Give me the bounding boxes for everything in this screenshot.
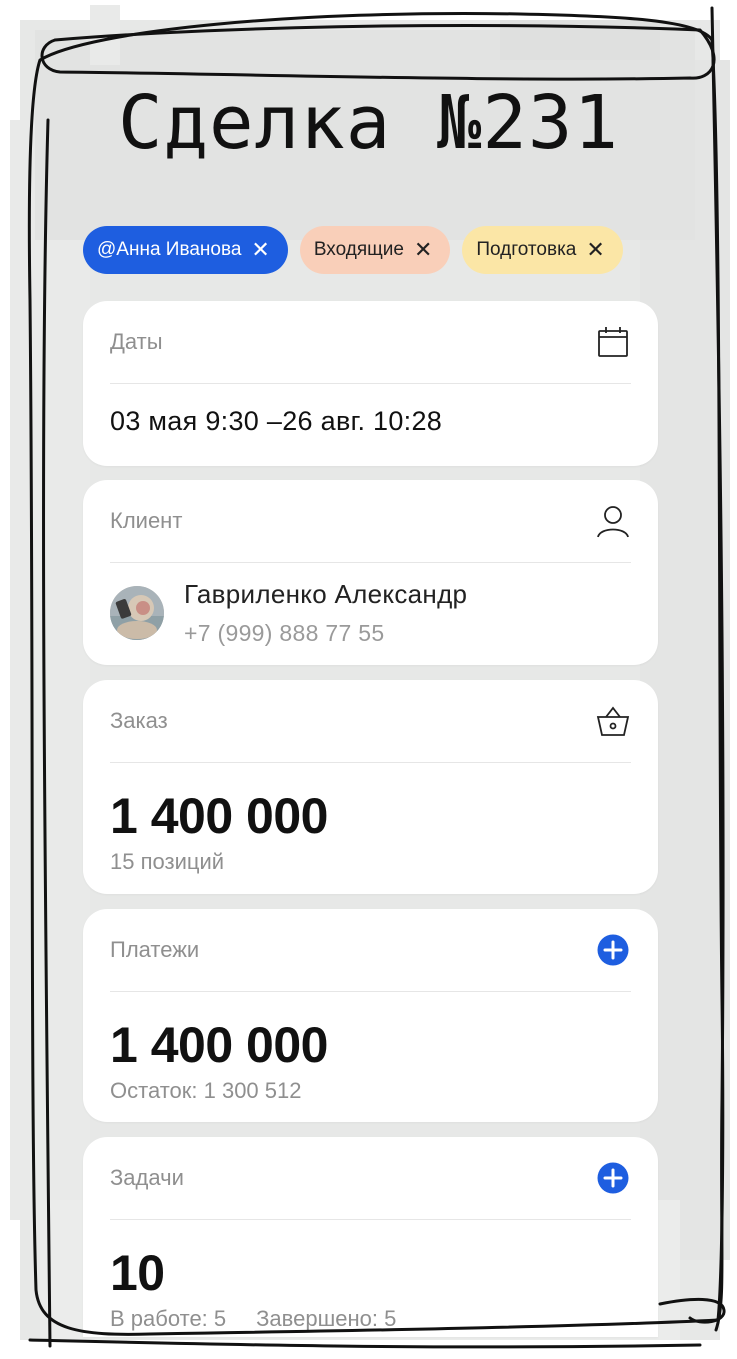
close-icon[interactable]: ✕ xyxy=(414,239,432,261)
client-name: Гавриленко Александр xyxy=(184,579,468,609)
dates-card[interactable]: Даты 03 мая 9:30 –26 авг. 10:28 xyxy=(83,301,658,466)
tasks-done: Завершено: 5 xyxy=(256,1306,397,1331)
tag-assignee[interactable]: @Анна Иванова ✕ xyxy=(83,226,288,274)
dates-label: Даты xyxy=(110,329,163,354)
payments-card[interactable]: Платежи 1 400 000 Остаток: 1 300 512 xyxy=(83,909,658,1122)
tasks-label: Задачи xyxy=(110,1165,184,1190)
tag-label: Входящие xyxy=(313,239,404,260)
tasks-in-progress: В работе: 5 xyxy=(110,1306,227,1331)
client-phone[interactable]: +7 (999) 888 77 55 xyxy=(184,620,467,647)
client-card[interactable]: Клиент Гавриленко Александр +7 (999) 888… xyxy=(83,480,658,665)
order-label: Заказ xyxy=(110,708,168,733)
plus-circle-icon[interactable] xyxy=(595,932,631,968)
order-positions: 15 позиций xyxy=(110,849,225,874)
tag-funnel[interactable]: Входящие ✕ xyxy=(299,226,451,274)
payments-amount: 1 400 000 xyxy=(110,1017,328,1073)
dates-range: 03 мая 9:30 –26 авг. 10:28 xyxy=(110,406,443,436)
basket-icon[interactable] xyxy=(595,703,631,739)
person-icon[interactable] xyxy=(595,503,631,539)
order-amount: 1 400 000 xyxy=(110,788,328,844)
tasks-card[interactable]: Задачи 10 В работе: 5 Завершено: 5 xyxy=(83,1137,658,1337)
close-icon[interactable]: ✕ xyxy=(251,239,269,261)
payments-label: Платежи xyxy=(110,937,200,962)
close-icon[interactable]: ✕ xyxy=(586,239,604,261)
tasks-count: 10 xyxy=(110,1245,165,1301)
avatar xyxy=(110,586,164,640)
tag-label: @Анна Иванова xyxy=(97,239,242,260)
plus-circle-icon[interactable] xyxy=(595,1160,631,1196)
client-label: Клиент xyxy=(110,508,183,533)
page-title: Сделка №231 xyxy=(117,80,620,166)
tag-label: Подготовка xyxy=(476,239,577,260)
order-card[interactable]: Заказ 1 400 000 15 позиций xyxy=(83,680,658,894)
tag-stage[interactable]: Подготовка ✕ xyxy=(462,226,623,274)
tag-list: @Анна Иванова ✕ Входящие ✕ Подготовка ✕ xyxy=(83,226,623,274)
calendar-icon[interactable] xyxy=(595,324,631,360)
payments-remainder: Остаток: 1 300 512 xyxy=(110,1078,302,1103)
